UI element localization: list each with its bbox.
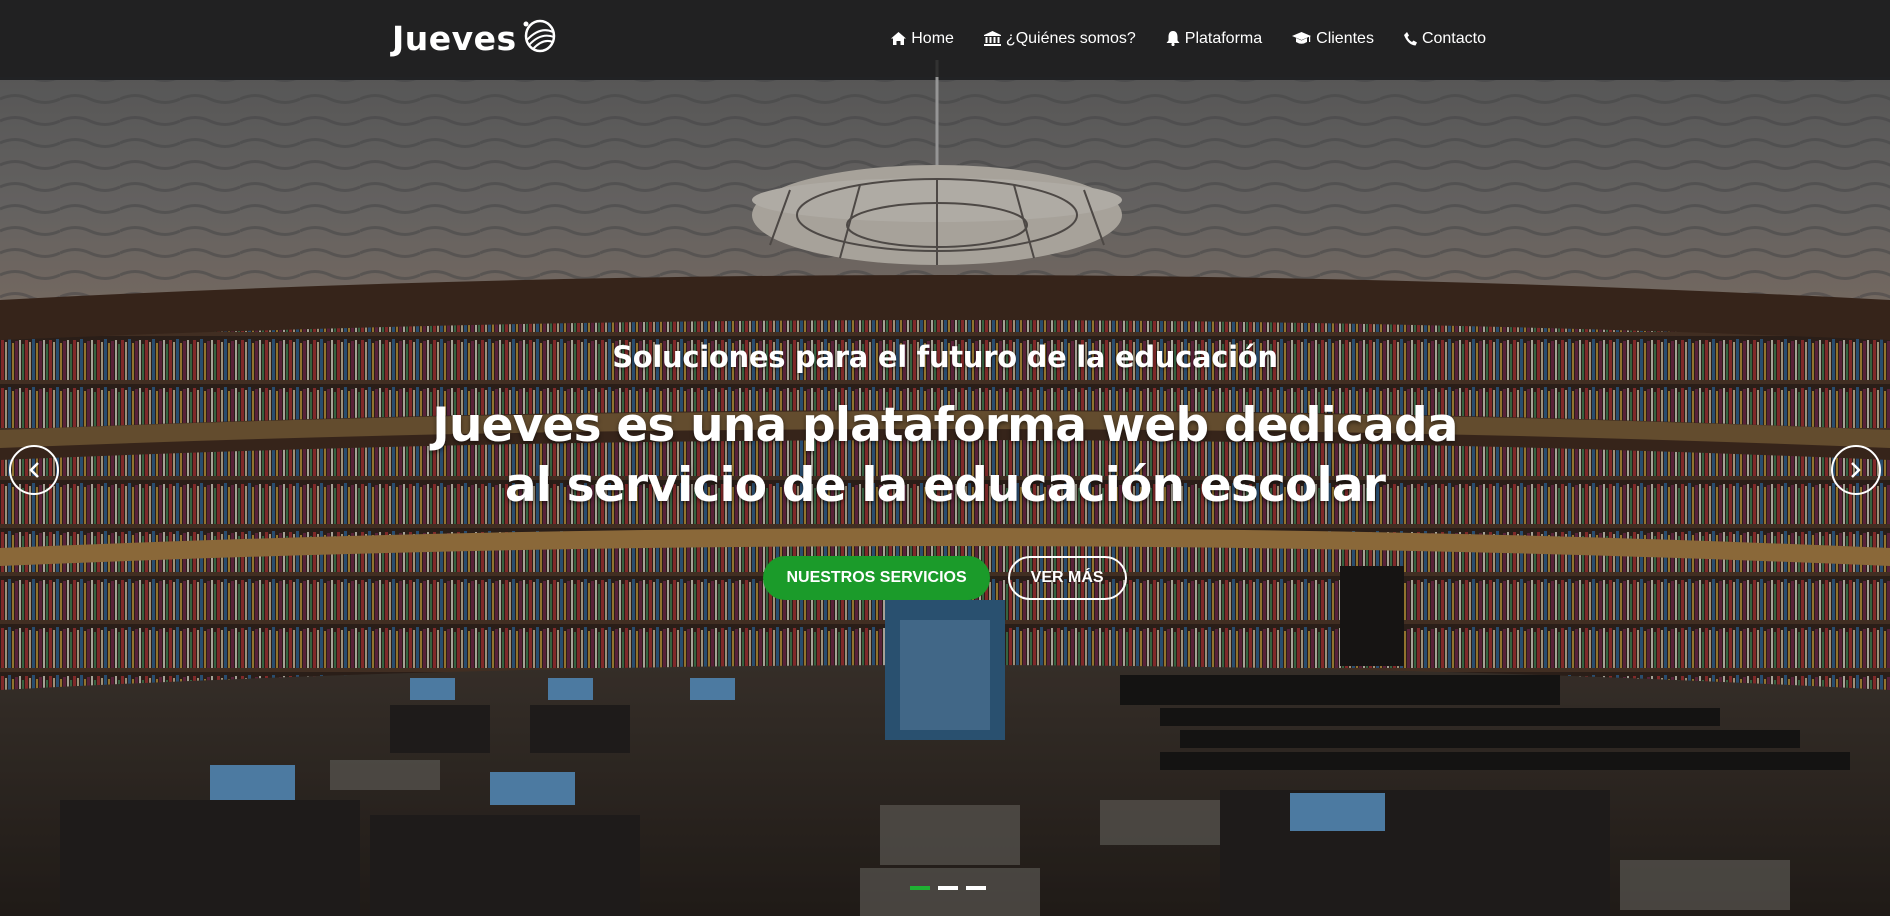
carousel-next-button[interactable] (1831, 445, 1881, 495)
chevron-left-icon (29, 462, 39, 478)
home-icon (891, 32, 907, 45)
nav-clientes-label: Clientes (1316, 29, 1374, 47)
hero-cta-group: NUESTROS SERVICIOS VER MÁS (0, 556, 1890, 600)
carousel-prev-button[interactable] (9, 445, 59, 495)
hero-subtitle: Soluciones para el futuro de la educació… (612, 340, 1278, 374)
bell-icon (1166, 31, 1180, 46)
graduation-cap-icon (1292, 32, 1312, 44)
nav-home-label: Home (911, 29, 954, 47)
nuestros-servicios-button[interactable]: NUESTROS SERVICIOS (763, 556, 990, 600)
carousel-indicator-3[interactable] (966, 886, 986, 890)
phone-icon (1403, 31, 1417, 45)
bank-icon (983, 31, 1001, 46)
nav-home[interactable]: Home (891, 30, 954, 48)
nav-quienes-somos-label: ¿Quiénes somos? (1005, 29, 1136, 47)
carousel-indicators (910, 886, 986, 890)
nav-contacto-label: Contacto (1421, 29, 1486, 47)
carousel-indicator-2[interactable] (938, 886, 958, 890)
top-navbar: Jueves Home ¿Quiénes somos? Plataforma C… (0, 0, 1890, 77)
nav-quienes-somos[interactable]: ¿Quiénes somos? (983, 29, 1136, 48)
brand-name: Jueves (392, 18, 517, 58)
nav-clientes[interactable]: Clientes (1292, 30, 1374, 48)
brand-logo[interactable]: Jueves (392, 18, 559, 58)
chevron-right-icon (1851, 462, 1861, 478)
nav-contacto[interactable]: Contacto (1403, 29, 1486, 48)
ver-mas-button[interactable]: VER MÁS (1007, 556, 1127, 600)
swirl-logo-icon (521, 18, 559, 59)
hero-title: Jueves es una plataforma web dedicada al… (432, 398, 1458, 513)
main-nav: Home ¿Quiénes somos? Plataforma Clientes… (891, 0, 1486, 77)
hero-caption: Soluciones para el futuro de la educació… (0, 340, 1890, 600)
carousel-indicator-1[interactable] (910, 886, 930, 890)
nav-plataforma-label: Plataforma (1184, 29, 1263, 47)
nav-plataforma[interactable]: Plataforma (1166, 30, 1262, 48)
